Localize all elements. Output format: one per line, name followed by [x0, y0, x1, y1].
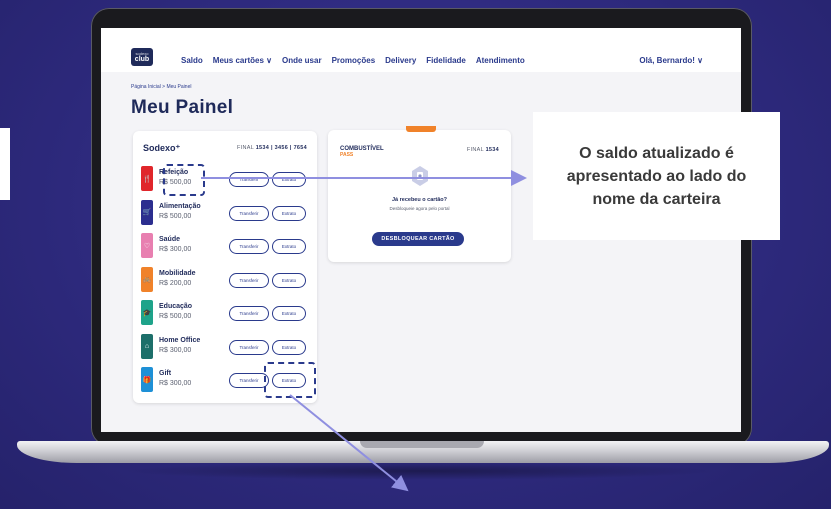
wallet-name: Alimentação	[159, 202, 201, 210]
wallet-balance: R$ 200,00	[159, 279, 192, 287]
fuel-card-final: FINAL 1534	[467, 147, 499, 153]
wallet-name: Saúde	[159, 236, 181, 243]
bike-icon: 🚲	[141, 266, 153, 292]
logo-text: club	[134, 56, 150, 63]
wallet-name: Educação	[159, 303, 193, 310]
wallet-name: Home Office	[159, 336, 201, 344]
wallet-balance: R$ 500,00	[159, 212, 192, 220]
unlock-hint: Desbloqueie agora pelo portal	[389, 206, 450, 211]
wallet-row: ⌂ Home Office R$ 300,00 Transferir Extrato	[141, 333, 311, 359]
extract-button[interactable]: Extrato	[272, 205, 306, 221]
utensils-icon: 🍴	[141, 166, 153, 191]
graduation-icon: 🎓	[141, 300, 153, 325]
sodexo-club-logo[interactable]: sodexo club	[131, 48, 153, 66]
transfer-button[interactable]: Transferir	[229, 272, 269, 288]
extract-button[interactable]: Extrato	[272, 306, 306, 321]
highlight-balance-box	[163, 164, 205, 196]
transfer-button[interactable]: Transferir	[229, 172, 269, 187]
wallet-row: 🎓 Educação R$ 500,00 Transferir Extrato	[141, 300, 311, 325]
callout-balance-note: O saldo atualizado é apresentado ao lado…	[533, 112, 780, 240]
wallet-balance: R$ 300,00	[159, 346, 192, 354]
nav-saldo[interactable]: Saldo	[181, 56, 203, 65]
fuel-final-number: 1534	[485, 147, 499, 153]
wallet-balance: R$ 500,00	[159, 313, 192, 320]
wallet-balance: R$ 300,00	[159, 380, 192, 387]
fuel-pump-icon	[412, 166, 428, 186]
nav-meus-cartoes[interactable]: Meus cartões ∨	[213, 56, 272, 65]
top-navigation-bar: sodexo club Saldo Meus cartões ∨ Onde us…	[101, 28, 741, 72]
cart-icon: 🛒	[141, 199, 153, 225]
home-icon: ⌂	[141, 333, 153, 359]
unlock-card-button[interactable]: DESBLOQUEAR CARTÃO	[372, 232, 464, 246]
breadcrumb[interactable]: Página Inicial > Meu Painel	[131, 84, 191, 90]
highlight-extract-box	[264, 362, 316, 398]
nav-atendimento[interactable]: Atendimento	[476, 56, 525, 65]
combustivel-pass-logo: COMBUSTÍVEL PASS	[340, 146, 384, 158]
card-tab-accent	[406, 126, 436, 132]
heart-icon: ♡	[141, 233, 153, 258]
extract-button[interactable]: Extrato	[272, 272, 306, 288]
sodexo-brand: Sodexo⁺	[143, 143, 181, 153]
combustivel-card-panel: COMBUSTÍVEL PASS FINAL 1534 Já recebeu o…	[328, 126, 511, 262]
wallet-row: ♡ Saúde R$ 300,00 Transferir Extrato	[141, 233, 311, 258]
gift-icon: 🎁	[141, 367, 153, 392]
page-title: Meu Painel	[131, 97, 234, 118]
extract-button[interactable]: Extrato	[272, 339, 306, 355]
wallet-row: 🚲 Mobilidade R$ 200,00 Transferir Extrato	[141, 266, 311, 292]
fuel-logo-subtext: PASS	[340, 152, 354, 158]
nav-onde-usar[interactable]: Onde usar	[282, 56, 322, 65]
logo-subtext: sodexo	[135, 51, 149, 56]
wallet-balance: R$ 300,00	[159, 246, 192, 253]
extract-button[interactable]: Extrato	[272, 172, 306, 187]
left-edge-panel	[0, 128, 10, 200]
transfer-button[interactable]: Transferir	[229, 205, 269, 221]
transfer-button[interactable]: Transferir	[229, 339, 269, 355]
user-greeting-menu[interactable]: Olá, Bernardo! ∨	[639, 56, 703, 65]
transfer-button[interactable]: Transferir	[229, 239, 269, 254]
wallet-row: 🛒 Alimentação R$ 500,00 Transferir Extrato	[141, 199, 311, 225]
extract-button[interactable]: Extrato	[272, 239, 306, 254]
main-nav: Saldo Meus cartões ∨ Onde usar Promoções…	[181, 56, 525, 65]
final-label: FINAL	[236, 145, 254, 151]
wallet-name: Gift	[159, 370, 172, 377]
nav-promocoes[interactable]: Promoções	[332, 56, 376, 65]
fuel-final-label: FINAL	[466, 147, 484, 153]
transfer-button[interactable]: Transferir	[229, 373, 269, 388]
final-numbers: 1534 | 3456 | 7654	[255, 145, 307, 151]
transfer-button[interactable]: Transferir	[229, 306, 269, 321]
wallet-name: Mobilidade	[159, 269, 196, 277]
card-final-numbers: FINAL 1534 | 3456 | 7654	[237, 145, 307, 151]
nav-delivery[interactable]: Delivery	[385, 56, 416, 65]
nav-fidelidade[interactable]: Fidelidade	[426, 56, 466, 65]
card-received-question: Já recebeu o cartão?	[391, 197, 448, 203]
laptop-shadow	[120, 462, 720, 480]
laptop-base-notch	[360, 441, 484, 448]
